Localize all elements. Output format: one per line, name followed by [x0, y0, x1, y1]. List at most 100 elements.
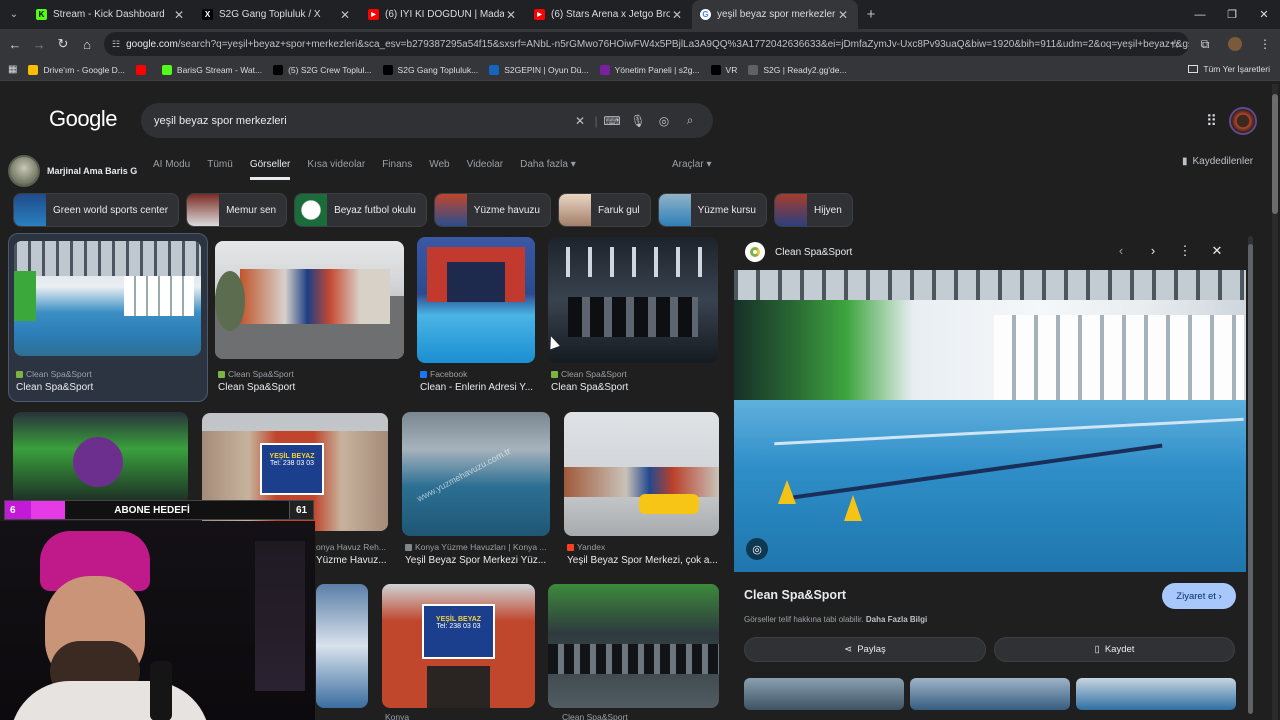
extensions-icon[interactable]: ⧉ — [1190, 37, 1220, 52]
result-title[interactable]: Clean Spa&Sport — [16, 382, 201, 393]
browser-tab-active[interactable]: Gyeşil beyaz spor merkezleri - Go✕ — [692, 0, 858, 29]
result-image-gym-2[interactable] — [548, 584, 719, 708]
new-tab-icon[interactable]: + — [858, 6, 884, 23]
result-image-facade-2[interactable]: YEŞİL BEYAZ Tel: 238 03 03 — [382, 584, 535, 708]
lens-camera-icon[interactable]: ◎ — [651, 114, 677, 128]
learn-more-link[interactable]: Daha Fazla Bilgi — [866, 615, 927, 624]
reload-icon[interactable]: ↻ — [51, 36, 75, 52]
suggestion-chip[interactable]: Faruk gul — [557, 193, 651, 227]
result-image-taxi[interactable] — [564, 412, 719, 536]
result-title[interactable]: Yeşil Beyaz Spor Merkezi, çok a... — [567, 555, 717, 566]
bookmark-item[interactable]: VR — [710, 64, 737, 75]
filter-tab[interactable]: Videolar — [467, 159, 504, 180]
close-tab-icon[interactable]: ✕ — [172, 8, 186, 22]
bookmark-item[interactable]: S2G Gang Topluluk... — [382, 64, 478, 75]
profile-icon[interactable] — [1220, 37, 1250, 52]
saved-button[interactable]: ▮ Kaydedilenler — [1182, 156, 1253, 167]
suggestion-chip[interactable]: Yüzme kursu — [657, 193, 767, 227]
bookmark-star-icon[interactable]: ☆ — [1160, 37, 1190, 51]
suggestion-chip[interactable]: Beyaz futbol okulu — [294, 193, 427, 227]
panel-site[interactable]: Clean Spa&Sport — [745, 242, 852, 262]
bookmark-item[interactable]: (5) S2G Crew Toplul... — [273, 64, 372, 75]
page-scrollbar[interactable] — [1272, 84, 1278, 720]
search-box[interactable]: yeşil beyaz spor merkezleri ✕ | ⌨ 🎙 ◎ ⌕ — [141, 103, 713, 138]
restore-icon[interactable]: ❐ — [1216, 8, 1248, 21]
filter-tab[interactable]: Tümü — [207, 159, 233, 180]
all-bookmarks-label: Tüm Yer İşaretleri — [1203, 64, 1270, 74]
filter-tab[interactable]: Görseller — [249, 159, 291, 180]
tab-search-icon[interactable]: ⌄ — [0, 9, 28, 20]
forward-icon[interactable]: → — [27, 37, 51, 52]
browser-menu-icon[interactable]: ⋮ — [1250, 37, 1280, 51]
tools-button[interactable]: Araçlar ▾ — [672, 159, 711, 170]
address-bar[interactable]: ☷ google.com/search?q=yeşil+beyaz+spor+m… — [104, 32, 1189, 56]
related-image[interactable] — [910, 678, 1070, 710]
bookmark-item[interactable]: S2G | Ready2.gg'de... — [748, 64, 847, 75]
result-image-cardio[interactable] — [13, 412, 188, 504]
result-image-hall[interactable] — [316, 584, 368, 708]
browser-tab[interactable]: X S2G Gang Topluluk / X ✕ — [194, 0, 360, 29]
keyboard-icon[interactable]: ⌨ — [599, 114, 625, 128]
related-image[interactable] — [744, 678, 904, 710]
microphone-icon[interactable]: 🎙 — [625, 114, 651, 128]
panel-scrollbar[interactable] — [1248, 236, 1253, 714]
close-tab-icon[interactable]: ✕ — [338, 8, 352, 22]
suggestion-chip[interactable]: Hijyen — [774, 193, 853, 227]
bookmark-item[interactable] — [135, 64, 151, 75]
bookmark-item[interactable]: BarisG Stream - Wat... — [161, 64, 262, 75]
result-image-facade[interactable] — [417, 237, 535, 363]
result-image-building[interactable] — [215, 241, 404, 359]
browser-tab[interactable]: K Stream - Kick Dashboard ✕ — [28, 0, 194, 29]
related-image[interactable] — [1076, 678, 1236, 710]
save-button[interactable]: ▯ Kaydet — [994, 637, 1235, 662]
browser-tab[interactable]: ▶ (6) Stars Arena x Jetgo Bros Esp✕ — [526, 0, 692, 29]
result-image-gym[interactable] — [548, 237, 718, 363]
apps-grid-icon[interactable]: ▦ — [8, 64, 17, 75]
next-icon[interactable]: › — [1137, 243, 1169, 259]
account-avatar[interactable] — [1229, 107, 1257, 135]
result-title[interactable]: Clean Spa&Sport — [218, 382, 403, 393]
filter-tab[interactable]: Finans — [382, 159, 412, 180]
home-icon[interactable]: ⌂ — [75, 37, 99, 52]
suggestion-chip[interactable]: Memur sen — [186, 193, 288, 227]
close-tab-icon[interactable]: ✕ — [504, 8, 518, 22]
bookmark-item[interactable]: Yönetim Paneli | s2g... — [599, 64, 700, 75]
result-title[interactable]: Clean Spa&Sport — [551, 382, 716, 393]
result-image-pool-watermark[interactable]: www.yuzmehavuzu.com.tr — [402, 412, 550, 536]
minimize-icon[interactable]: — — [1184, 9, 1216, 21]
share-button[interactable]: ⋖ Paylaş — [744, 637, 986, 662]
google-logo[interactable]: Google — [49, 106, 117, 132]
filter-tab[interactable]: AI Modu — [153, 159, 190, 180]
visit-button[interactable]: Ziyaret et › — [1162, 583, 1236, 609]
suggestion-chip[interactable]: Green world sports center — [13, 193, 180, 227]
clear-icon[interactable]: ✕ — [567, 114, 593, 128]
profile-avatar[interactable] — [8, 155, 40, 187]
result-title[interactable]: Yeşil Beyaz Spor Merkezi Yüz... — [405, 555, 550, 566]
filter-tab[interactable]: Daha fazla ▾ — [520, 159, 576, 180]
filter-tab[interactable]: Web — [429, 159, 449, 180]
previous-icon[interactable]: ‹ — [1105, 243, 1137, 259]
browser-tab[interactable]: ▶ (6) İYİ Kİ DOĞDUN | Madara Oi✕ — [360, 0, 526, 29]
all-bookmarks[interactable]: Tüm Yer İşaretleri — [1188, 64, 1270, 74]
result-image-pool[interactable] — [14, 241, 201, 356]
suggestion-chip[interactable]: Yüzme havuzu — [433, 193, 551, 227]
lens-search-icon[interactable]: ◎ — [746, 538, 768, 560]
search-icon[interactable]: ⌕ — [677, 113, 703, 128]
back-icon[interactable]: ← — [3, 37, 27, 52]
search-input[interactable]: yeşil beyaz spor merkezleri — [154, 115, 287, 127]
close-panel-icon[interactable]: ✕ — [1201, 243, 1233, 259]
preview-title[interactable]: Clean Spa&Sport — [744, 588, 846, 602]
result-title[interactable]: Clean - Enlerin Adresi Y... — [420, 382, 540, 393]
filter-tab[interactable]: Kısa videolar — [307, 159, 365, 180]
close-tab-icon[interactable]: ✕ — [670, 8, 684, 22]
google-apps-icon[interactable]: ⠿ — [1206, 112, 1217, 130]
close-tab-icon[interactable]: ✕ — [836, 8, 850, 22]
bookmark-item[interactable]: Drive'ım - Google D... — [28, 64, 125, 75]
preview-image[interactable] — [734, 270, 1246, 572]
close-window-icon[interactable]: ✕ — [1248, 8, 1280, 21]
more-options-icon[interactable]: ⋮ — [1169, 243, 1201, 259]
result-title[interactable]: Yüzme Havuz... — [316, 555, 391, 566]
bookmark-item[interactable]: S2GEPIN | Oyun Dü... — [489, 64, 589, 75]
site-info-icon[interactable]: ☷ — [112, 39, 120, 50]
related-chips: Green world sports center Memur sen Beyaz … — [13, 193, 860, 227]
